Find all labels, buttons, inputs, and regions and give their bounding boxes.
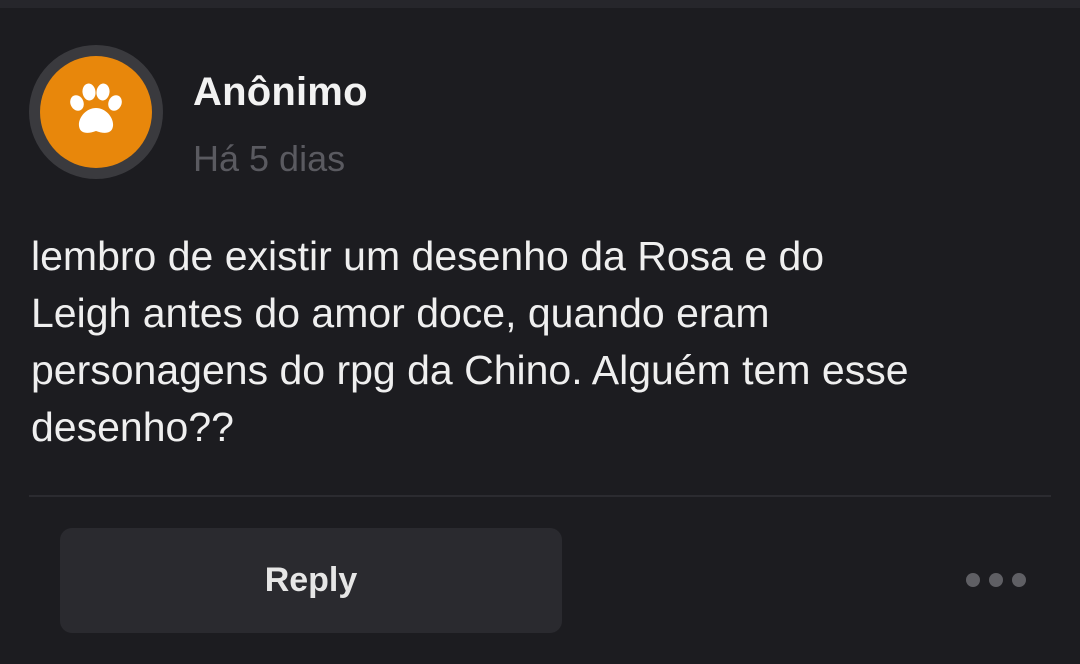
reply-button[interactable]: Reply	[60, 528, 562, 633]
reply-label: Reply	[264, 561, 358, 599]
divider	[29, 495, 1051, 497]
dot	[989, 573, 1003, 587]
avatar[interactable]	[29, 45, 163, 179]
dot	[1012, 573, 1026, 587]
top-strip	[0, 0, 1080, 8]
author-name[interactable]: Anônimo	[193, 70, 368, 115]
paw-icon	[70, 83, 122, 133]
post-card: Anônimo Há 5 dias lembro de existir um d…	[0, 8, 1080, 664]
post-body: lembro de existir um desenho da Rosa e d…	[31, 233, 909, 450]
dot	[966, 573, 980, 587]
more-dots-icon[interactable]	[966, 568, 1026, 592]
post-timestamp: Há 5 dias	[193, 138, 346, 179]
avatar-badge	[40, 56, 152, 168]
